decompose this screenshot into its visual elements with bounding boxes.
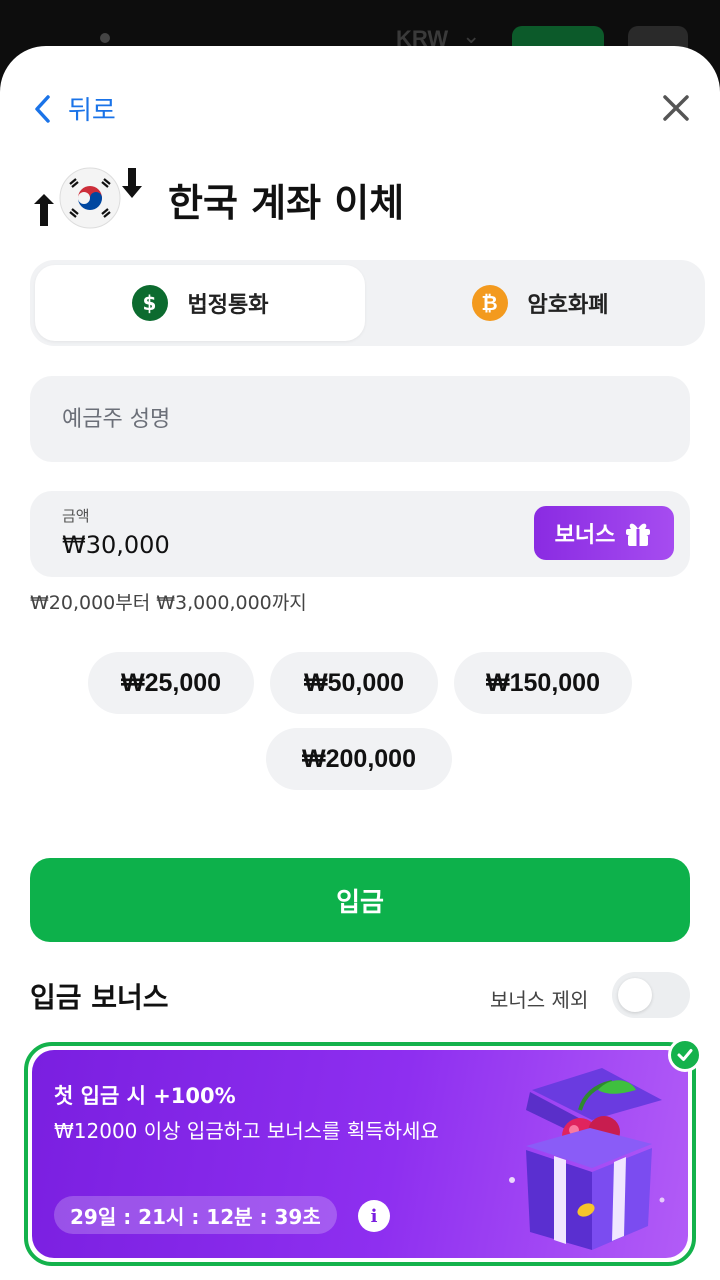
quick-amount-chip[interactable]: ₩150,000 [454, 652, 632, 714]
selected-check-icon [668, 1038, 702, 1072]
tab-fiat-label: 법정통화 [187, 293, 269, 318]
bonus-button[interactable]: 보너스 [534, 506, 674, 560]
tab-fiat[interactable]: $ 법정통화 [35, 265, 365, 341]
currency-type-tabs: $ 법정통화 ₿ 암호화폐 [30, 260, 705, 346]
exclude-bonus-toggle[interactable] [612, 972, 690, 1018]
amount-input[interactable]: ₩30,000 [62, 531, 170, 559]
menu-dot [100, 33, 110, 43]
chevron-left-icon [35, 94, 50, 123]
korea-transfer-logo-icon [34, 167, 142, 229]
quick-amount-chip[interactable]: ₩50,000 [270, 652, 438, 714]
bonus-countdown-timer: 29일 : 21시 : 12분 : 39초 [54, 1196, 337, 1234]
tab-crypto[interactable]: ₿ 암호화폐 [375, 265, 705, 341]
gift-box-cherry-icon [509, 1068, 665, 1250]
bonus-card-description: ₩12000 이상 입금하고 보너스를 획득하세요 [54, 1119, 439, 1143]
page-title: 한국 계좌 이체 [168, 180, 405, 225]
info-icon[interactable]: i [358, 1200, 390, 1232]
toggle-knob [618, 978, 652, 1012]
tab-crypto-label: 암호화폐 [527, 293, 609, 318]
account-holder-field [30, 376, 690, 462]
bonus-card-body: 첫 입금 시 +100% ₩12000 이상 입금하고 보너스를 획득하세요 2… [32, 1050, 688, 1258]
amount-field[interactable]: 금액 ₩30,000 보너스 [30, 491, 690, 577]
amount-range-hint: ₩20,000부터 ₩3,000,000까지 [30, 592, 307, 614]
amount-label: 금액 [62, 507, 90, 525]
dollar-coin-icon: $ [131, 285, 168, 321]
bitcoin-icon: ₿ [471, 285, 508, 321]
back-label: 뒤로 [68, 96, 116, 126]
bonus-section-heading: 입금 보너스 [30, 981, 169, 1014]
quick-amount-chip[interactable]: ₩25,000 [88, 652, 254, 714]
exclude-bonus-label: 보너스 제외 [490, 988, 589, 1012]
close-icon[interactable] [656, 88, 696, 128]
bonus-card-title: 첫 입금 시 +100% [54, 1084, 236, 1108]
back-button[interactable]: 뒤로 [30, 90, 116, 127]
first-deposit-bonus-card[interactable]: 첫 입금 시 +100% ₩12000 이상 입금하고 보너스를 획득하세요 2… [24, 1038, 702, 1266]
title-row: 한국 계좌 이체 [30, 164, 404, 234]
quick-amount-chip[interactable]: ₩200,000 [266, 728, 452, 790]
deposit-sheet: 뒤로 한국 계좌 이체 $ 법정통화 ₿ 암호화폐 예금주 성명 금액 ₩30,… [0, 46, 720, 1280]
account-holder-input[interactable] [62, 376, 662, 462]
deposit-button[interactable]: 입금 [30, 858, 690, 942]
gift-icon [626, 523, 651, 546]
bonus-button-label: 보너스 [554, 523, 616, 548]
